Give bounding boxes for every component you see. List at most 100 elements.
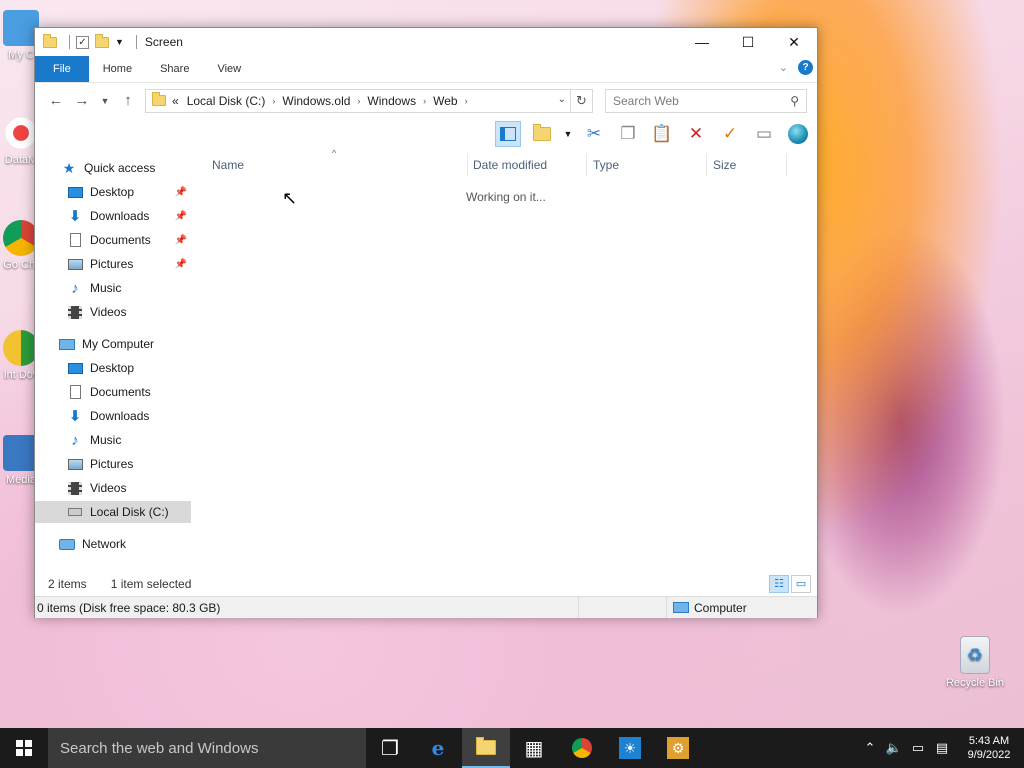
nav-computer-videos[interactable]: Videos bbox=[35, 477, 191, 499]
breadcrumb-local-disk[interactable]: Local Disk (C:) bbox=[187, 94, 266, 108]
navigation-pane: ★ Quick access Desktop 📌 ⬇ Downloads 📌 D… bbox=[35, 150, 191, 572]
minimize-button[interactable]: — bbox=[679, 28, 725, 56]
action-center-icon[interactable]: ▤ bbox=[930, 740, 954, 756]
desktop-icon-recycle-bin[interactable]: ♻ Recycle Bin bbox=[940, 636, 1010, 689]
close-button[interactable]: ✕ bbox=[771, 28, 817, 56]
pin-icon[interactable]: 📌 bbox=[175, 235, 187, 246]
search-input[interactable]: Search Web ⚲ bbox=[605, 88, 807, 113]
breadcrumb-overflow[interactable]: « bbox=[172, 94, 179, 108]
details-view-button[interactable]: ☷ bbox=[769, 575, 789, 593]
nav-computer-documents[interactable]: Documents bbox=[35, 381, 191, 403]
recent-locations-button[interactable]: ▼ bbox=[95, 96, 115, 106]
chevron-right-icon[interactable]: › bbox=[272, 96, 275, 106]
nav-quick-music[interactable]: ♪ Music bbox=[35, 277, 191, 299]
nav-quick-downloads[interactable]: ⬇ Downloads 📌 bbox=[35, 205, 191, 227]
selected-count: 1 item selected bbox=[110, 577, 192, 591]
status-spacer bbox=[579, 597, 667, 618]
nav-quick-pictures[interactable]: Pictures 📌 bbox=[35, 253, 191, 275]
globe-icon bbox=[788, 124, 808, 144]
edge-browser-icon[interactable]: e bbox=[414, 728, 462, 768]
paste-icon[interactable]: 📋 bbox=[649, 121, 675, 147]
nav-local-disk[interactable]: Local Disk (C:) bbox=[35, 501, 191, 523]
chevron-down-icon[interactable]: ▼ bbox=[563, 121, 573, 147]
chevron-up-icon[interactable]: ⌃ bbox=[858, 740, 882, 756]
chevron-right-icon[interactable]: › bbox=[357, 96, 360, 106]
pictures-icon bbox=[67, 257, 83, 271]
refresh-button[interactable]: ↻ bbox=[570, 89, 592, 112]
nav-quick-videos[interactable]: Videos bbox=[35, 301, 191, 323]
breadcrumb-windows-old[interactable]: Windows.old bbox=[282, 94, 350, 108]
clock-time: 5:43 AM bbox=[968, 735, 1010, 747]
task-view-icon[interactable]: ❐ bbox=[366, 728, 414, 768]
column-header-date-modified[interactable]: Date modified bbox=[467, 154, 587, 176]
nav-computer-downloads[interactable]: ⬇ Downloads bbox=[35, 405, 191, 427]
pin-icon[interactable]: 📌 bbox=[175, 259, 187, 270]
pin-icon[interactable]: 📌 bbox=[175, 211, 187, 222]
music-icon: ♪ bbox=[71, 279, 79, 297]
forward-button[interactable]: → bbox=[69, 92, 95, 109]
nav-network[interactable]: Network bbox=[35, 533, 191, 555]
tab-file[interactable]: File bbox=[35, 56, 89, 82]
column-header-size[interactable]: Size bbox=[707, 154, 787, 176]
chevron-right-icon[interactable]: › bbox=[465, 96, 468, 106]
folder-icon bbox=[43, 33, 57, 48]
nav-label: Desktop bbox=[90, 361, 135, 375]
expand-ribbon-icon[interactable]: ⌄ bbox=[779, 61, 788, 74]
nav-label: Downloads bbox=[90, 409, 150, 423]
clock[interactable]: 5:43 AM 9/9/2022 bbox=[954, 734, 1024, 762]
column-header-type[interactable]: Type bbox=[587, 154, 707, 176]
help-icon[interactable]: ? bbox=[798, 60, 813, 75]
properties-icon[interactable]: ✓ bbox=[76, 35, 89, 49]
new-folder-button[interactable] bbox=[529, 121, 555, 147]
cut-icon[interactable]: ✂ bbox=[581, 121, 607, 147]
breadcrumb-web[interactable]: Web bbox=[433, 94, 457, 108]
back-button[interactable]: ← bbox=[43, 92, 69, 109]
tab-view[interactable]: View bbox=[203, 56, 255, 82]
rename-icon[interactable]: ✓ bbox=[717, 121, 743, 147]
nav-computer-music[interactable]: ♪ Music bbox=[35, 429, 191, 451]
taskbar-search-box[interactable]: Search the web and Windows bbox=[48, 728, 366, 768]
volume-muted-icon[interactable]: 🔈 bbox=[882, 740, 906, 756]
network-globe-icon[interactable] bbox=[785, 121, 811, 147]
control-panel-taskbar-icon[interactable]: ☀ bbox=[606, 728, 654, 768]
address-history-dropdown[interactable]: ⌄ bbox=[558, 94, 566, 105]
item-count: 2 items bbox=[48, 577, 87, 591]
properties-icon[interactable]: ▭ bbox=[751, 121, 777, 147]
search-icon[interactable]: ⚲ bbox=[790, 94, 799, 108]
nav-quick-desktop[interactable]: Desktop 📌 bbox=[35, 181, 191, 203]
nav-quick-documents[interactable]: Documents 📌 bbox=[35, 229, 191, 251]
content-area: ★ Quick access Desktop 📌 ⬇ Downloads 📌 D… bbox=[35, 148, 817, 572]
file-explorer-taskbar-icon[interactable] bbox=[462, 728, 510, 768]
up-button[interactable]: ↑ bbox=[115, 92, 141, 109]
new-folder-icon[interactable] bbox=[95, 33, 109, 48]
chevron-right-icon[interactable]: › bbox=[423, 96, 426, 106]
nav-label: Downloads bbox=[90, 209, 150, 223]
network-status-icon[interactable]: ▭ bbox=[906, 740, 930, 756]
large-icons-view-button[interactable]: ▭ bbox=[791, 575, 811, 593]
title-bar[interactable]: ✓ ▼ Screen — ☐ ✕ bbox=[35, 28, 817, 56]
chrome-taskbar-icon[interactable] bbox=[558, 728, 606, 768]
column-header-name[interactable]: Name bbox=[206, 154, 468, 176]
chevron-down-icon[interactable]: ▼ bbox=[115, 37, 124, 47]
address-bar[interactable]: « Local Disk (C:) › Windows.old › Window… bbox=[145, 88, 593, 113]
copy-icon[interactable]: ❐ bbox=[615, 121, 641, 147]
store-icon[interactable]: ▦ bbox=[510, 728, 558, 768]
tab-share[interactable]: Share bbox=[146, 56, 203, 82]
delete-icon[interactable]: ✕ bbox=[683, 121, 709, 147]
maximize-button[interactable]: ☐ bbox=[725, 28, 771, 56]
gear-icon: ⚙ bbox=[667, 737, 689, 759]
nav-label: Documents bbox=[90, 385, 151, 399]
nav-computer-pictures[interactable]: Pictures bbox=[35, 453, 191, 475]
nav-my-computer[interactable]: My Computer bbox=[35, 333, 191, 355]
breadcrumb-windows[interactable]: Windows bbox=[367, 94, 416, 108]
navigation-pane-button[interactable] bbox=[495, 121, 521, 147]
nav-computer-desktop[interactable]: Desktop bbox=[35, 357, 191, 379]
file-list-pane: ^ Name Date modified Type Size Working o… bbox=[191, 148, 817, 572]
settings-taskbar-icon[interactable]: ⚙ bbox=[654, 728, 702, 768]
nav-label: My Computer bbox=[82, 337, 155, 351]
pin-icon[interactable]: 📌 bbox=[175, 187, 187, 198]
folder-icon bbox=[476, 736, 496, 755]
tab-home[interactable]: Home bbox=[89, 56, 146, 82]
nav-quick-access[interactable]: ★ Quick access bbox=[35, 157, 191, 179]
start-button[interactable] bbox=[0, 728, 48, 768]
